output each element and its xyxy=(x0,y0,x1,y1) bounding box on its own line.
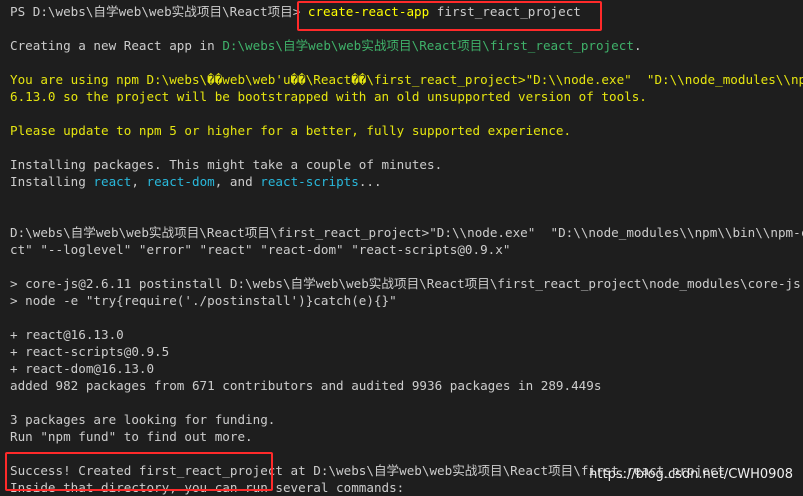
command-name: create-react-app xyxy=(307,4,430,19)
installing-line-2: Installing react, react-dom, and react-s… xyxy=(10,173,382,190)
creating-prefix: Creating a new React app in xyxy=(10,38,223,53)
package-react: react xyxy=(93,174,132,189)
installing-suffix: ... xyxy=(358,174,382,189)
creating-suffix: . xyxy=(633,38,642,53)
added-summary: added 982 packages from 671 contributors… xyxy=(10,378,602,393)
node-command-line-2: ct" "--loglevel" "error" "react" "react-… xyxy=(10,242,511,257)
added-package-react-scripts: + react-scripts@0.9.5 xyxy=(10,344,170,359)
node-command-line-1: D:\webs\自学web\web实战项目\React项目\first_reac… xyxy=(10,225,803,240)
npm-warning-line-1: You are using npm D:\webs\��web\web'u��\… xyxy=(10,72,803,87)
creating-path: D:\webs\自学web\web实战项目\React项目\first_reac… xyxy=(222,38,634,53)
package-react-scripts: react-scripts xyxy=(260,174,359,189)
npm-update-line: Please update to npm 5 or higher for a b… xyxy=(10,123,572,138)
npm-warning-line-2: 6.13.0 so the project will be bootstrapp… xyxy=(10,89,647,104)
package-react-dom: react-dom xyxy=(146,174,215,189)
prompt-line: PS D:\webs\自学web\web实战项目\React项目> create… xyxy=(10,3,581,20)
separator-1: , xyxy=(131,174,147,189)
postinstall-line-1: > core-js@2.6.11 postinstall D:\webs\自学w… xyxy=(10,276,801,291)
funding-line-2: Run "npm fund" to find out more. xyxy=(10,429,253,444)
success-highlight-text: Success! Created first_react_project xyxy=(10,463,283,478)
inside-directory-line: Inside that directory, you can run sever… xyxy=(10,480,405,495)
command-arg: first_react_project xyxy=(429,4,581,19)
funding-line-1: 3 packages are looking for funding. xyxy=(10,412,276,427)
added-package-react: + react@16.13.0 xyxy=(10,327,124,342)
terminal-window[interactable]: PS D:\webs\自学web\web实战项目\React项目> create… xyxy=(0,0,803,496)
installing-line-1: Installing packages. This might take a c… xyxy=(10,157,443,172)
creating-line: Creating a new React app in D:\webs\自学we… xyxy=(10,37,642,54)
prompt: PS D:\webs\自学web\web实战项目\React项目> xyxy=(10,4,308,19)
added-package-react-dom: + react-dom@16.13.0 xyxy=(10,361,155,376)
installing-prefix: Installing xyxy=(10,174,94,189)
watermark-text: https://blog.csdn.net/CWH0908 xyxy=(589,467,793,482)
postinstall-line-2: > node -e "try{require('./postinstall')}… xyxy=(10,293,397,308)
separator-2: , and xyxy=(214,174,261,189)
